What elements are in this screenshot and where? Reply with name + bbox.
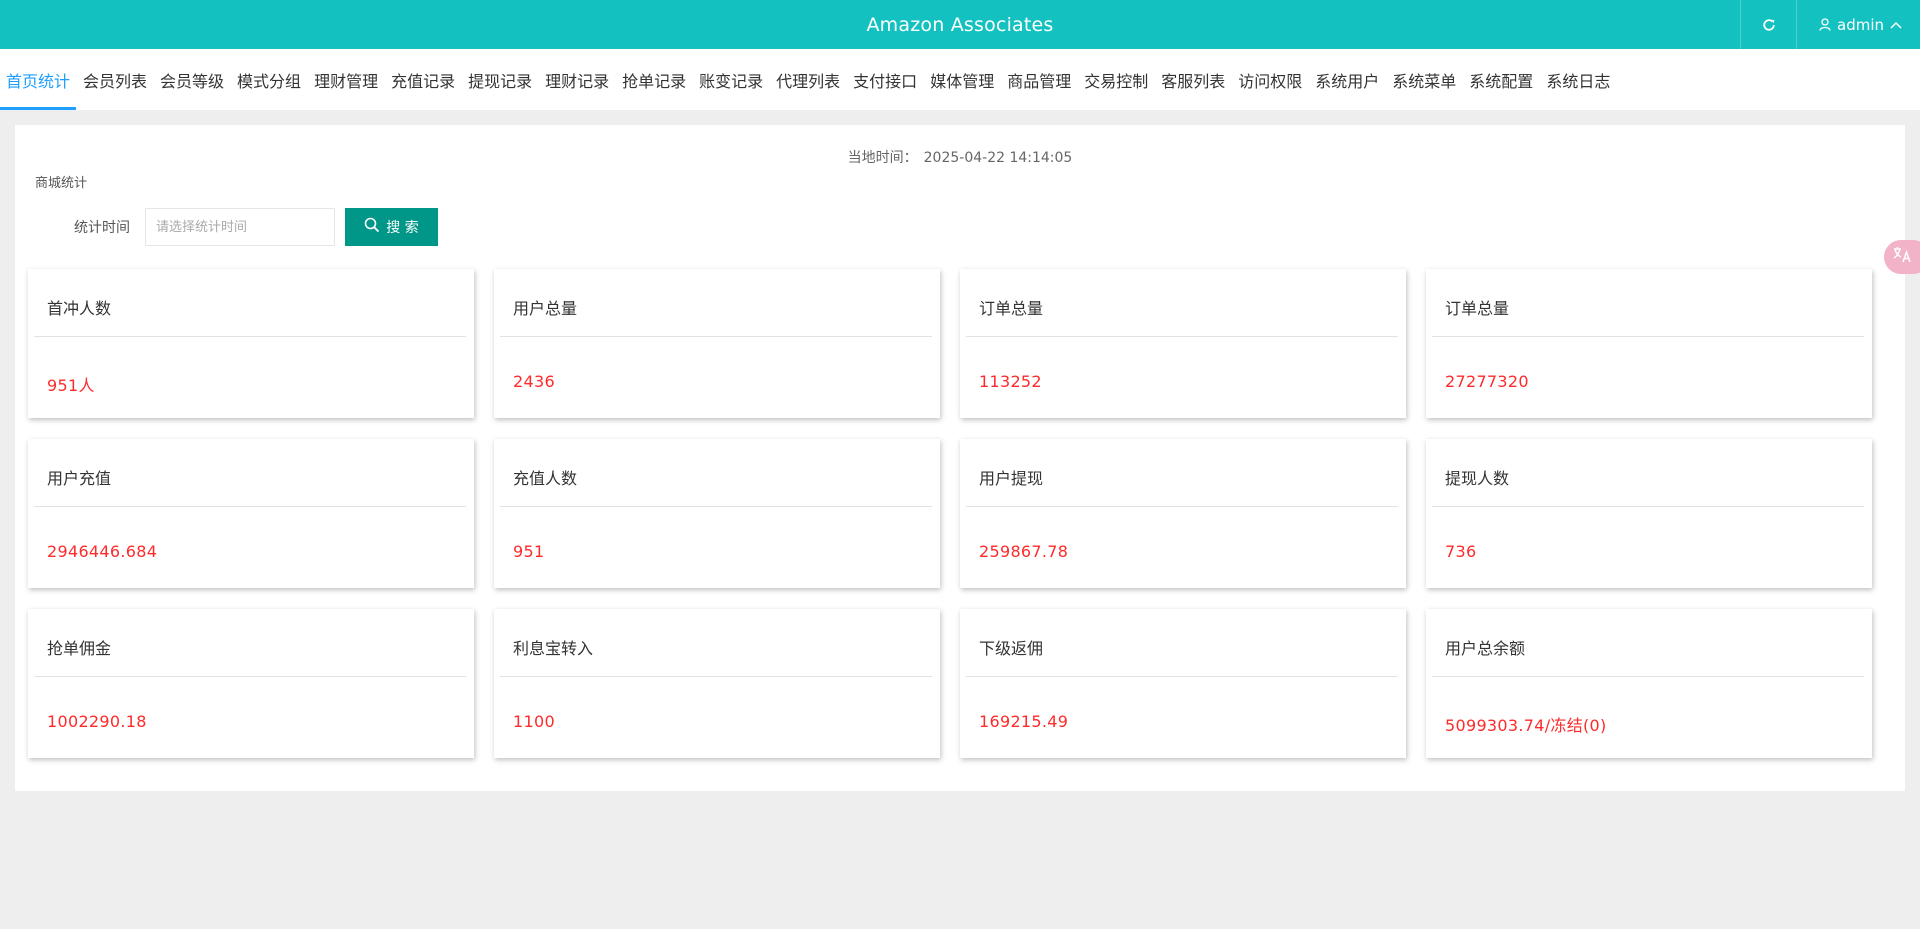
nav-tab-8[interactable]: 抢单记录	[616, 49, 692, 110]
nav-tab-6[interactable]: 提现记录	[462, 49, 538, 110]
stat-card: 订单总量 27277320	[1426, 269, 1872, 418]
date-range-input[interactable]	[145, 208, 335, 246]
stat-card-divider	[500, 336, 932, 337]
stat-card: 用户充值 2946446.684	[28, 439, 474, 588]
top-header: Amazon Associates admin	[0, 0, 1920, 49]
stat-card-value: 736	[1445, 542, 1477, 561]
stat-card-title: 抢单佣金	[47, 639, 112, 658]
local-time-label: 当地时间：	[847, 150, 918, 166]
chevron-up-icon	[1890, 21, 1902, 29]
stat-card-value: 951	[513, 542, 545, 561]
nav-tab-20[interactable]: 系统日志	[1540, 49, 1616, 110]
stat-card: 充值人数 951	[494, 439, 940, 588]
stat-card-value: 27277320	[1445, 372, 1529, 391]
stat-card-title: 利息宝转入	[513, 639, 594, 658]
nav-tab-10[interactable]: 代理列表	[770, 49, 846, 110]
stat-card: 利息宝转入 1100	[494, 609, 940, 758]
stat-card-divider	[966, 506, 1398, 507]
stat-card-value: 259867.78	[979, 542, 1069, 561]
filter-label: 统计时间	[74, 220, 130, 236]
stat-card-title: 用户总余额	[1445, 639, 1526, 658]
stat-card-title: 提现人数	[1445, 469, 1510, 488]
user-icon	[1819, 18, 1831, 31]
stat-card-divider	[1432, 336, 1864, 337]
search-button-label: 搜 索	[386, 220, 419, 236]
stat-card-value: 1100	[513, 712, 555, 731]
header-actions: admin	[1740, 0, 1920, 49]
nav-tab-7[interactable]: 理财记录	[539, 49, 615, 110]
stat-card: 订单总量 113252	[960, 269, 1406, 418]
stat-card-divider	[34, 676, 466, 677]
nav-tab-16[interactable]: 访问权限	[1232, 49, 1308, 110]
stat-card: 用户提现 259867.78	[960, 439, 1406, 588]
nav-tab-18[interactable]: 系统菜单	[1386, 49, 1462, 110]
stat-card-divider	[500, 676, 932, 677]
search-button[interactable]: 搜 索	[345, 208, 438, 246]
stat-card-title: 用户充值	[47, 469, 112, 488]
username: admin	[1837, 15, 1884, 34]
nav-tab-14[interactable]: 交易控制	[1078, 49, 1154, 110]
stat-card-title: 用户提现	[979, 469, 1044, 488]
stat-card-divider	[500, 506, 932, 507]
refresh-icon	[1762, 18, 1776, 32]
nav-tab-2[interactable]: 会员等级	[154, 49, 230, 110]
stat-card-value: 113252	[979, 372, 1042, 391]
stat-card: 下级返佣 169215.49	[960, 609, 1406, 758]
stat-card-divider	[1432, 506, 1864, 507]
stat-card-value: 1002290.18	[47, 712, 147, 731]
stat-card: 提现人数 736	[1426, 439, 1872, 588]
local-time-value: 2025-04-22 14:14:05	[923, 150, 1073, 166]
nav-tab-4[interactable]: 理财管理	[308, 49, 384, 110]
app-title: Amazon Associates	[866, 13, 1054, 36]
translate-button[interactable]	[1884, 240, 1920, 274]
dashboard-panel: 当地时间： 2025-04-22 14:14:05 商城统计 统计时间 搜 索 首…	[15, 125, 1905, 791]
stat-card-value: 2436	[513, 372, 555, 391]
local-time: 当地时间： 2025-04-22 14:14:05	[15, 147, 1905, 167]
stat-card: 抢单佣金 1002290.18	[28, 609, 474, 758]
filter-row: 统计时间 搜 索	[35, 208, 438, 246]
nav-tab-17[interactable]: 系统用户	[1309, 49, 1385, 110]
section-title: 商城统计	[35, 176, 88, 191]
search-icon	[364, 217, 380, 237]
refresh-button[interactable]	[1740, 0, 1796, 49]
nav-tab-0[interactable]: 首页统计	[0, 49, 77, 110]
nav-tab-9[interactable]: 账变记录	[693, 49, 769, 110]
translate-icon	[1892, 246, 1912, 268]
nav-tab-5[interactable]: 充值记录	[385, 49, 461, 110]
stat-card: 用户总余额 5099303.74/冻结(0)	[1426, 609, 1872, 758]
nav-tabs: 首页统计 会员列表 会员等级 模式分组 理财管理 充值记录 提现记录 理财记录 抢单记录 账变记录…	[0, 49, 1920, 110]
stat-card-divider	[1432, 676, 1864, 677]
stat-card-title: 充值人数	[513, 469, 578, 488]
stat-card-divider	[34, 506, 466, 507]
stat-card-divider	[966, 336, 1398, 337]
nav-tab-15[interactable]: 客服列表	[1155, 49, 1231, 110]
nav-tab-1[interactable]: 会员列表	[77, 49, 153, 110]
nav-tab-13[interactable]: 商品管理	[1001, 49, 1077, 110]
stat-card-value: 2946446.684	[47, 542, 158, 561]
stat-card-title: 订单总量	[1445, 299, 1510, 318]
nav-tab-19[interactable]: 系统配置	[1463, 49, 1539, 110]
stat-card-value: 951人	[47, 376, 95, 395]
nav-tab-11[interactable]: 支付接口	[847, 49, 923, 110]
stat-card-title: 用户总量	[513, 299, 578, 318]
stat-card-divider	[966, 676, 1398, 677]
nav-tab-3[interactable]: 模式分组	[231, 49, 307, 110]
stat-card-value: 169215.49	[979, 712, 1069, 731]
nav-tab-12[interactable]: 媒体管理	[924, 49, 1000, 110]
stat-card-title: 下级返佣	[979, 639, 1044, 658]
stat-card: 首冲人数 951人	[28, 269, 474, 418]
stat-card-value: 5099303.74/冻结(0)	[1445, 716, 1607, 735]
stat-card: 用户总量 2436	[494, 269, 940, 418]
stat-card-title: 订单总量	[979, 299, 1044, 318]
user-menu-button[interactable]: admin	[1796, 0, 1920, 49]
stat-card-title: 首冲人数	[47, 299, 112, 318]
stat-card-divider	[34, 336, 466, 337]
